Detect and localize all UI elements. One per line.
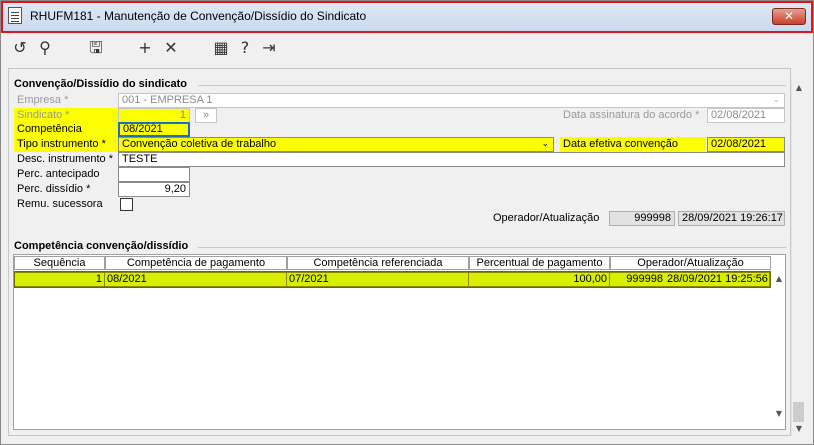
section-divider [198,85,786,86]
sindicato-lookup-button[interactable]: » [195,108,217,123]
remu-sucessora-label: Remu. sucessora [17,198,103,210]
grid-scroll-up-icon[interactable]: ▲ [771,273,787,285]
chevron-down-icon: ⌄ [772,95,780,105]
column-header-sequencia[interactable]: Sequência [14,256,105,270]
chevron-down-icon: ⌄ [541,139,549,149]
cell-atualizacao[interactable]: 28/09/2021 19:25:56 [665,272,770,287]
perc-antecipado-label: Perc. antecipado [17,168,100,180]
remu-sucessora-checkbox[interactable] [120,198,133,211]
competencia-label: Competência [14,122,118,137]
cell-percentual-pagamento[interactable]: 100,00 [469,272,610,287]
scroll-thumb[interactable] [793,402,804,422]
window-title: RHUFM181 - Manutenção de Convenção/Dissí… [30,9,367,23]
column-header-operador-atualizacao[interactable]: Operador/Atualização [610,256,771,270]
cell-sequencia[interactable]: 1 [15,272,105,287]
toolbar [1,33,813,63]
column-header-percentual-pagamento[interactable]: Percentual de pagamento [469,256,610,270]
empresa-value: 001 - EMPRESA 1 [122,94,213,106]
refresh-icon[interactable]: ↺ [9,37,31,59]
data-efetiva-field[interactable]: 02/08/2021 [707,137,785,152]
empresa-label: Empresa * [17,94,69,106]
calendar-icon[interactable]: ▦ [210,37,232,59]
competencia-field[interactable]: 08/2021 [118,122,190,137]
column-header-competencia-referenciada[interactable]: Competência referenciada [287,256,469,270]
save-icon[interactable]: 🖫 [85,37,107,59]
window-scrollbar[interactable] [791,80,807,436]
close-button[interactable]: ✕ [772,8,806,25]
cell-operador[interactable]: 999998 [610,272,665,287]
exit-icon[interactable]: ⇥ [258,37,280,59]
operador-field: 999998 [609,211,675,226]
cell-competencia-referenciada[interactable]: 07/2021 [287,272,469,287]
atualizacao-field: 28/09/2021 19:26:17 [678,211,785,226]
section-title-competencia: Competência convenção/dissídio [14,240,189,252]
tipo-instrumento-value: Convenção coletiva de trabalho [122,138,277,150]
empresa-select[interactable]: 001 - EMPRESA 1 ⌄ [118,93,785,108]
grid-scroll-down-icon[interactable]: ▼ [771,408,787,420]
data-assinatura-label: Data assinatura do acordo * [563,109,700,121]
data-efetiva-label: Data efetiva convenção [560,137,706,152]
section-title-convencao: Convenção/Dissídio do sindicato [14,78,187,90]
data-assinatura-field[interactable]: 02/08/2021 [707,108,785,123]
operador-atualizacao-label: Operador/Atualização [493,212,600,224]
tipo-instrumento-select[interactable]: Convenção coletiva de trabalho ⌄ [118,137,554,152]
column-header-competencia-pagamento[interactable]: Competência de pagamento [105,256,287,270]
delete-icon[interactable]: ✕ [160,37,182,59]
cell-competencia-pagamento[interactable]: 08/2021 [105,272,287,287]
perc-antecipado-field[interactable] [118,167,190,182]
perc-dissidio-field[interactable]: 9,20 [118,182,190,197]
document-icon [8,7,22,24]
sindicato-field[interactable]: 1 [118,108,190,123]
sindicato-label: Sindicato * [14,108,118,123]
search-icon[interactable]: ⚲ [34,37,56,59]
perc-dissidio-label: Perc. dissídio * [17,183,91,195]
tipo-instrumento-label: Tipo instrumento * [14,137,118,152]
scroll-down-icon[interactable]: ▼ [791,423,807,435]
help-icon[interactable]: ? [234,37,256,59]
desc-instrumento-label: Desc. instrumento * [17,153,113,165]
add-icon[interactable]: + [134,37,156,59]
desc-instrumento-field[interactable]: TESTE [118,152,785,167]
section-divider [198,247,786,248]
scroll-up-icon[interactable]: ▲ [791,82,807,94]
